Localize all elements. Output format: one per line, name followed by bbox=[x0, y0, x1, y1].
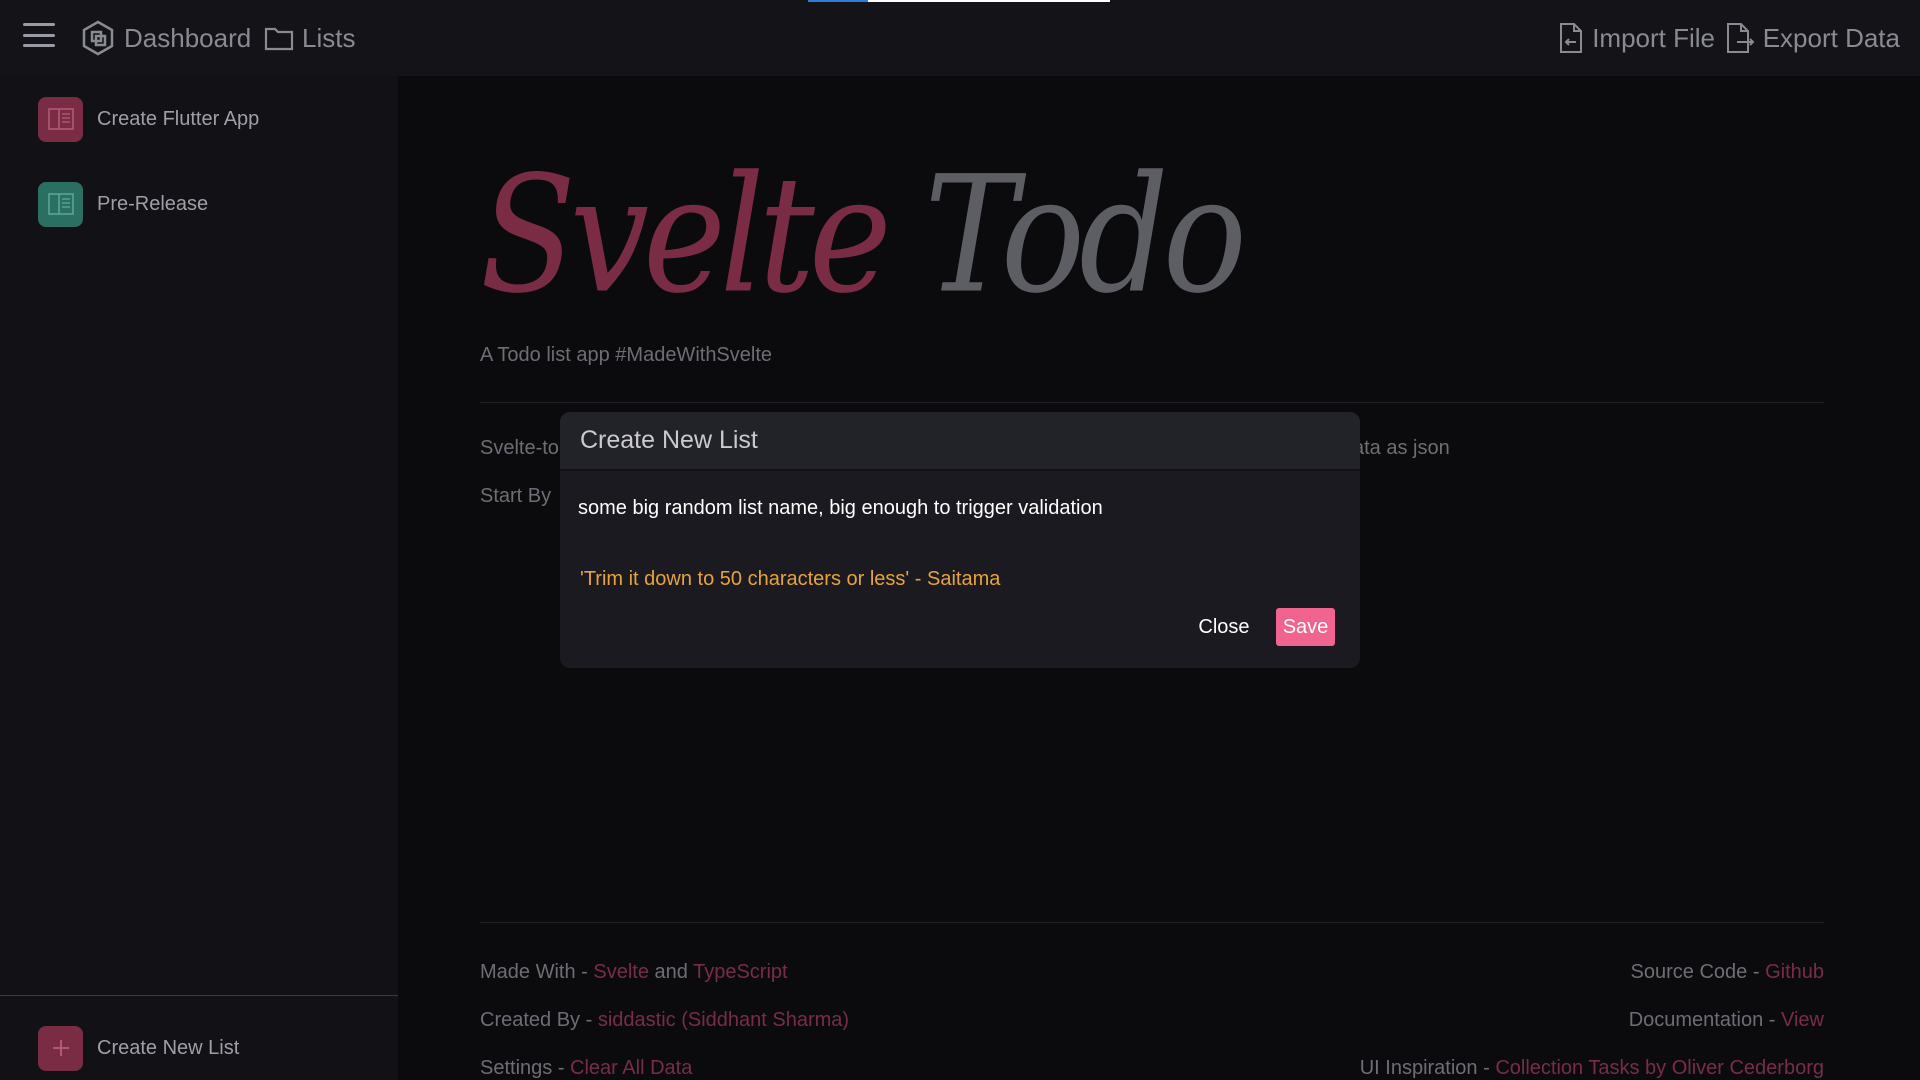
footer-label: UI Inspiration - bbox=[1359, 1057, 1496, 1079]
sidebar-divider bbox=[0, 995, 398, 996]
import-file-label: Import File bbox=[1592, 22, 1715, 53]
hamburger-menu-icon[interactable] bbox=[22, 20, 56, 50]
export-data-label: Export Data bbox=[1762, 22, 1900, 53]
nav-dashboard-label: Dashboard bbox=[124, 22, 252, 53]
footer-label: Source Code - bbox=[1630, 961, 1766, 983]
nav-lists-label: Lists bbox=[302, 22, 356, 53]
footer-ui-inspiration: UI Inspiration - Collection Tasks by Oli… bbox=[1360, 1057, 1824, 1080]
footer-settings: Settings - Clear All Data bbox=[480, 1057, 692, 1080]
footer-made-with: Made With - Svelte and TypeScript bbox=[480, 961, 788, 984]
footer-label: Created By - bbox=[480, 1009, 598, 1031]
import-file-button[interactable]: Import File bbox=[1558, 16, 1715, 60]
validation-error-message: 'Trim it down to 50 characters or less' … bbox=[580, 568, 1001, 590]
divider bbox=[480, 402, 1824, 403]
sidebar-item-create-flutter-app[interactable]: Create Flutter App bbox=[38, 96, 259, 142]
footer-created-by: Created By - siddastic (Siddhant Sharma) bbox=[480, 1009, 849, 1032]
footer-label: Documentation - bbox=[1628, 1009, 1781, 1031]
top-navbar: Dashboard Lists Import File Export Data bbox=[0, 0, 1920, 76]
loading-progress-bar bbox=[808, 0, 1110, 2]
typescript-link[interactable]: TypeScript bbox=[693, 961, 787, 983]
title-word-todo: Todo bbox=[924, 142, 1247, 330]
folder-icon bbox=[264, 27, 294, 51]
list-badge bbox=[38, 1025, 83, 1071]
create-list-dialog: Create New List 'Trim it down to 50 char… bbox=[560, 412, 1360, 668]
file-import-icon bbox=[1560, 23, 1583, 53]
nav-lists[interactable]: Lists bbox=[264, 16, 355, 60]
nav-dashboard[interactable]: Dashboard bbox=[80, 16, 251, 60]
inspiration-link[interactable]: Collection Tasks by Oliver Cederborg bbox=[1495, 1057, 1824, 1079]
description-line-end: ata as json bbox=[1353, 437, 1450, 459]
sidebar-item-label: Pre-Release bbox=[97, 192, 209, 215]
plus-icon bbox=[52, 1040, 69, 1056]
footer-source-code: Source Code - Github bbox=[1631, 961, 1824, 984]
dialog-title: Create New List bbox=[560, 412, 1360, 471]
save-button[interactable]: Save bbox=[1276, 608, 1335, 646]
page-subtitle: A Todo list app #MadeWithSvelte bbox=[480, 344, 773, 366]
footer-divider bbox=[480, 922, 1824, 923]
start-by-text: Start By bbox=[480, 485, 552, 507]
title-word-svelte: Svelte bbox=[480, 142, 892, 330]
documentation-link[interactable]: View bbox=[1781, 1009, 1824, 1031]
footer-label: Settings - bbox=[480, 1057, 571, 1079]
footer-documentation: Documentation - View bbox=[1629, 1009, 1824, 1032]
export-data-button[interactable]: Export Data bbox=[1725, 16, 1900, 60]
file-export-icon bbox=[1726, 23, 1755, 53]
sidebar-item-pre-release[interactable]: Pre-Release bbox=[38, 181, 208, 227]
footer-label: Made With - bbox=[480, 961, 594, 983]
sidebar: Create Flutter App Pre-Release Create Ne… bbox=[0, 76, 398, 1080]
github-link[interactable]: Github bbox=[1765, 961, 1824, 983]
create-new-list-button[interactable]: Create New List bbox=[38, 1025, 239, 1071]
book-icon bbox=[47, 108, 74, 130]
create-new-list-label: Create New List bbox=[97, 1036, 240, 1059]
close-button[interactable]: Close bbox=[1192, 608, 1256, 646]
list-badge bbox=[38, 181, 83, 227]
list-badge bbox=[38, 96, 83, 142]
author-link[interactable]: siddastic (Siddhant Sharma) bbox=[598, 1009, 849, 1031]
book-icon bbox=[47, 193, 74, 215]
list-name-input[interactable] bbox=[578, 492, 1338, 524]
description-line-start: Svelte-to bbox=[480, 437, 559, 459]
page-title: Svelte Todo bbox=[480, 155, 1247, 317]
svelte-link[interactable]: Svelte bbox=[593, 961, 649, 983]
clear-all-data-link[interactable]: Clear All Data bbox=[570, 1057, 692, 1079]
sidebar-item-label: Create Flutter App bbox=[97, 107, 260, 130]
footer-label: and bbox=[648, 961, 694, 983]
dashboard-icon bbox=[82, 20, 114, 56]
